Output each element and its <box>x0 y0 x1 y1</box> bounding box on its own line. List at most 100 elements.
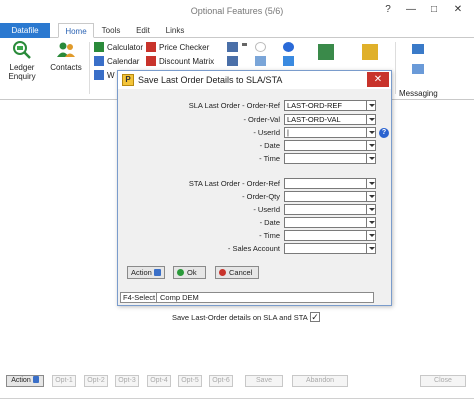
contacts-label: Contacts <box>50 63 82 72</box>
folder-icon[interactable] <box>362 44 378 60</box>
calendar-button[interactable]: Calendar <box>94 56 139 68</box>
opt-4-button[interactable]: Opt-4 <box>147 375 171 387</box>
w-label: W <box>107 71 115 80</box>
refresh-icon[interactable] <box>255 42 266 52</box>
help-button[interactable]: ? <box>380 3 396 17</box>
sla-order-ref-label: SLA Last Order - Order-Ref <box>188 101 280 110</box>
help-icon[interactable]: ? <box>379 128 389 138</box>
message-icon[interactable] <box>412 44 424 54</box>
discount-matrix-button[interactable]: Discount Matrix <box>146 56 214 68</box>
contacts-button[interactable]: Contacts <box>48 40 84 72</box>
maximize-button[interactable]: □ <box>426 3 442 17</box>
bottom-toolbar: Action Opt-1 Opt-2 Opt-3 Opt-4 Opt-5 Opt… <box>0 375 474 389</box>
cancel-button[interactable]: Cancel <box>215 266 259 279</box>
window-icon[interactable] <box>255 56 266 66</box>
sla-order-ref-field[interactable]: LAST-ORD-REF <box>284 100 367 111</box>
sla-userid-label: - UserId <box>253 128 280 137</box>
dialog-status-bar: F4-Select Comp DEM <box>120 292 374 303</box>
tab-tools[interactable]: Tools <box>99 23 123 38</box>
status-strip <box>0 398 474 411</box>
price-checker-label: Price Checker <box>159 43 210 52</box>
sta-userid-label: - UserId <box>253 205 280 214</box>
sla-order-val-dropdown[interactable] <box>366 114 376 125</box>
w-button[interactable]: W <box>94 70 115 82</box>
ok-button[interactable]: Ok <box>173 266 206 279</box>
dialog-titlebar: P Save Last Order Details to SLA/STA ✕ <box>118 71 391 89</box>
sla-order-ref-dropdown[interactable] <box>366 100 376 111</box>
minimize-button[interactable]: — <box>403 3 419 17</box>
action-label: Action <box>131 268 152 277</box>
dialog-close-button[interactable]: ✕ <box>367 72 389 87</box>
dropdown-arrow-icon[interactable] <box>242 43 247 48</box>
contacts-icon <box>57 42 75 57</box>
mail-icon[interactable] <box>283 56 294 66</box>
sta-date-label: - Date <box>259 218 280 227</box>
grid-icon[interactable] <box>227 56 238 66</box>
sla-userid-dropdown[interactable] <box>366 127 376 138</box>
sta-time-label: - Time <box>259 231 280 240</box>
toolbar-action-button[interactable]: Action <box>6 375 44 387</box>
save-last-order-dialog: P Save Last Order Details to SLA/STA ✕ S… <box>117 70 392 306</box>
tab-links[interactable]: Links <box>163 23 187 38</box>
sla-date-label: - Date <box>259 141 280 150</box>
window-titlebar: Optional Features (5/6) ? — □ ✕ <box>0 0 474 22</box>
calendar-icon <box>94 56 104 66</box>
close-window-button[interactable]: ✕ <box>450 3 466 17</box>
sla-order-val-label: - Order-Val <box>243 115 280 124</box>
sla-date-field[interactable] <box>284 140 367 151</box>
chat-icon[interactable] <box>412 64 424 74</box>
calculator-icon <box>94 42 104 52</box>
sta-userid-dropdown[interactable] <box>366 204 376 215</box>
action-button[interactable]: Action <box>127 266 165 279</box>
sla-time-label: - Time <box>259 154 280 163</box>
discount-matrix-label: Discount Matrix <box>159 57 215 66</box>
status-message: Comp DEM <box>160 293 199 302</box>
sta-date-dropdown[interactable] <box>366 217 376 228</box>
sta-sales-account-field[interactable] <box>284 243 367 254</box>
save-button[interactable]: Save <box>245 375 283 387</box>
sta-time-dropdown[interactable] <box>366 230 376 241</box>
opt-3-button[interactable]: Opt-3 <box>115 375 139 387</box>
ribbon-separator <box>89 42 90 94</box>
sla-userid-field[interactable]: | <box>284 127 367 138</box>
sta-userid-field[interactable] <box>284 204 367 215</box>
action-icon <box>154 269 161 276</box>
confirm-checkbox[interactable]: ✓ <box>310 312 320 322</box>
close-button[interactable]: Close <box>420 375 466 387</box>
sta-time-field[interactable] <box>284 230 367 241</box>
sla-time-field[interactable] <box>284 153 367 164</box>
price-checker-button[interactable]: Price Checker <box>146 42 209 54</box>
screen-icon[interactable] <box>227 42 238 52</box>
sla-date-dropdown[interactable] <box>366 140 376 151</box>
price-checker-icon <box>146 42 156 52</box>
abandon-button[interactable]: Abandon <box>292 375 348 387</box>
ok-label: Ok <box>187 268 197 277</box>
sta-order-ref-field[interactable] <box>284 178 367 189</box>
tab-edit[interactable]: Edit <box>134 23 152 38</box>
cancel-icon <box>219 269 226 276</box>
sla-order-val-field[interactable]: LAST-ORD-VAL <box>284 114 367 125</box>
tab-home[interactable]: Home <box>58 23 94 38</box>
opt-5-button[interactable]: Opt-5 <box>178 375 202 387</box>
sta-order-ref-dropdown[interactable] <box>366 178 376 189</box>
opt-2-button[interactable]: Opt-2 <box>84 375 108 387</box>
sta-order-qty-dropdown[interactable] <box>366 191 376 202</box>
calculator-label: Calculator <box>107 43 144 52</box>
sta-order-ref-label: STA Last Order - Order-Ref <box>188 179 280 188</box>
ledger-enquiry-button[interactable]: Ledger Enquiry <box>4 40 40 81</box>
tab-datafile[interactable]: Datafile <box>0 23 50 38</box>
sta-sales-account-label: - Sales Account <box>227 244 280 253</box>
sta-sales-account-dropdown[interactable] <box>366 243 376 254</box>
dialog-title: Save Last Order Details to SLA/STA <box>138 75 283 85</box>
opt-1-button[interactable]: Opt-1 <box>52 375 76 387</box>
globe-icon[interactable] <box>283 42 294 52</box>
calendar-label: Calendar <box>107 57 140 66</box>
opt-6-button[interactable]: Opt-6 <box>209 375 233 387</box>
sta-order-qty-field[interactable] <box>284 191 367 202</box>
f4-select-hint: F4-Select <box>123 293 157 302</box>
calculator-button[interactable]: Calculator <box>94 42 143 54</box>
sta-date-field[interactable] <box>284 217 367 228</box>
chart-icon[interactable] <box>318 44 334 60</box>
messaging-group-label: Messaging <box>399 89 438 98</box>
sla-time-dropdown[interactable] <box>366 153 376 164</box>
